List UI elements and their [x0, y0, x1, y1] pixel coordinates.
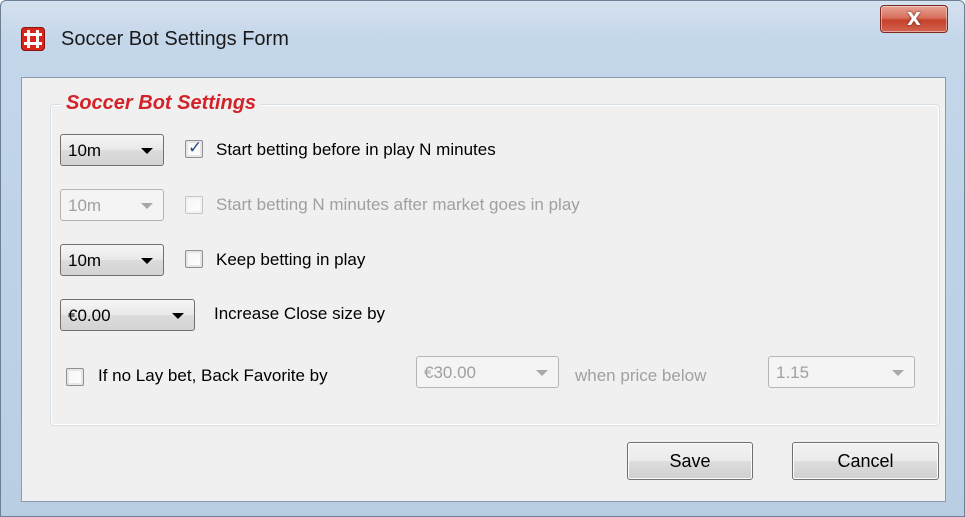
dropdown-value: €0.00 — [68, 306, 111, 325]
chevron-down-icon — [892, 370, 904, 376]
checkmark-icon: ✓ — [188, 138, 203, 158]
chevron-down-icon — [536, 370, 548, 376]
after-inplay-label: Start betting N minutes after market goe… — [216, 195, 580, 214]
back-favorite-label: If no Lay bet, Back Favorite by — [98, 366, 328, 385]
price-below-dropdown[interactable]: 1.15 — [768, 356, 915, 388]
when-price-below-label: when price below — [575, 366, 707, 385]
dropdown-value: 10m — [68, 251, 102, 270]
before-inplay-minutes-dropdown[interactable]: 10m — [60, 134, 164, 166]
back-favorite-checkbox[interactable] — [66, 368, 84, 386]
cancel-button[interactable]: Cancel — [792, 442, 939, 480]
after-inplay-checkbox[interactable] — [185, 196, 203, 214]
before-inplay-label: Start betting before in play N minutes — [216, 140, 496, 159]
window-title: Soccer Bot Settings Form — [61, 28, 289, 50]
form-client-area: Soccer Bot Settings 10m ✓ Start betting … — [21, 77, 946, 502]
close-icon: X — [907, 8, 921, 30]
after-inplay-minutes-dropdown[interactable]: 10m — [60, 189, 164, 221]
app-icon — [21, 27, 45, 51]
dropdown-value: 1.15 — [776, 363, 810, 382]
back-favorite-amount-dropdown[interactable]: €30.00 — [416, 356, 559, 388]
dropdown-value: 10m — [68, 141, 102, 160]
close-button[interactable]: X — [880, 5, 948, 33]
increase-close-size-label: Increase Close size by — [214, 304, 386, 323]
title-bar: Soccer Bot Settings Form X — [1, 1, 964, 77]
dropdown-value: 10m — [68, 196, 102, 215]
chevron-down-icon — [141, 148, 153, 154]
keep-betting-label: Keep betting in play — [216, 250, 366, 269]
chevron-down-icon — [141, 258, 153, 264]
group-title: Soccer Bot Settings — [62, 92, 261, 115]
chevron-down-icon — [141, 203, 153, 209]
save-button[interactable]: Save — [627, 442, 753, 480]
chevron-down-icon — [172, 313, 184, 319]
dropdown-value: €30.00 — [424, 363, 476, 382]
before-inplay-checkbox[interactable]: ✓ — [185, 138, 203, 158]
settings-window: Soccer Bot Settings Form X Soccer Bot Se… — [0, 0, 965, 517]
increase-close-size-dropdown[interactable]: €0.00 — [60, 299, 195, 331]
keep-betting-checkbox[interactable] — [185, 250, 203, 268]
keep-betting-minutes-dropdown[interactable]: 10m — [60, 244, 164, 276]
